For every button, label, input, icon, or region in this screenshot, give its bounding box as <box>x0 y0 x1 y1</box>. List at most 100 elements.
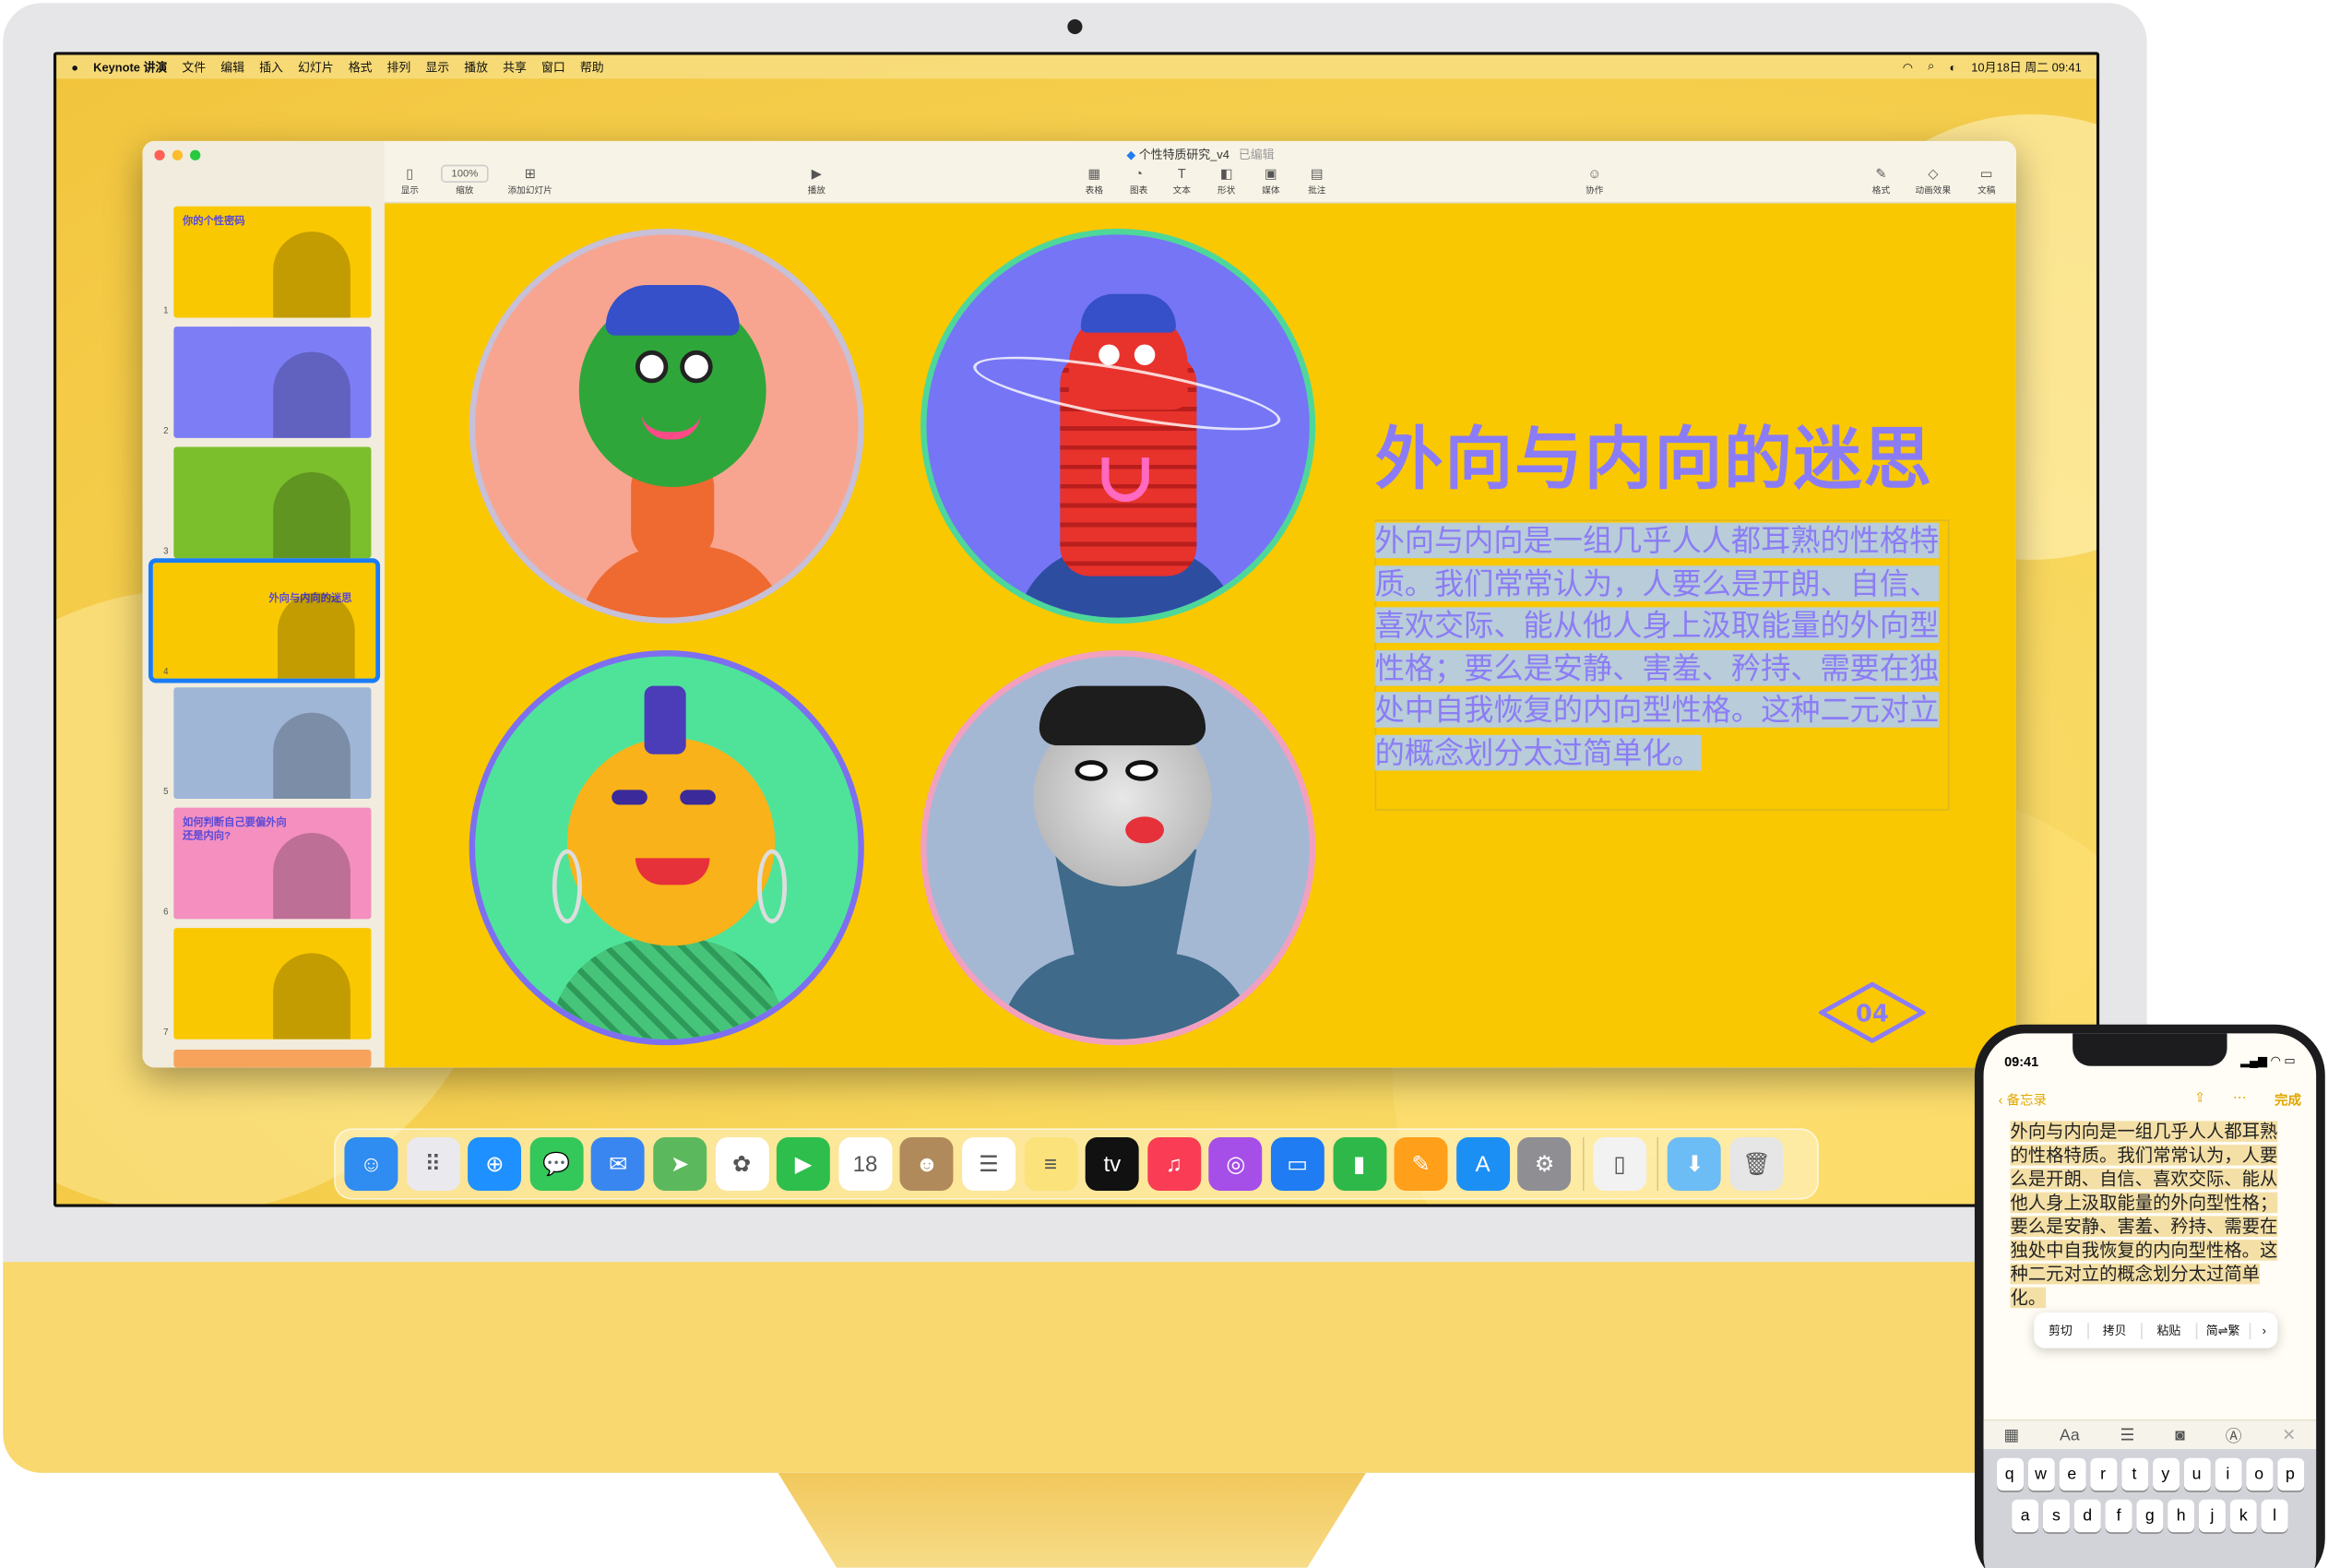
slide-thumbnail[interactable]: 你的个性密码 <box>173 206 372 318</box>
menu-help[interactable]: 帮助 <box>580 59 604 76</box>
appletv-icon[interactable]: tv <box>1085 1137 1139 1191</box>
keynote-icon[interactable]: ▭ <box>1270 1137 1324 1191</box>
facetime-icon[interactable]: ▶ <box>777 1137 831 1191</box>
add-slide-button[interactable]: ⊞ 添加幻灯片 <box>500 165 559 196</box>
portrait-orange-character[interactable] <box>469 650 864 1046</box>
markup-icon[interactable]: Ⓐ <box>2226 1423 2242 1447</box>
safari-icon[interactable]: ⊕ <box>468 1137 522 1191</box>
menu-datetime[interactable]: 10月18日 周二 09:41 <box>1971 59 2082 76</box>
slide-canvas[interactable]: 外向与内向的迷思 外向与内向是一组几乎人人都耳熟的性格特质。我们常常认为，人要么… <box>384 203 2016 1068</box>
menu-share[interactable]: 共享 <box>503 59 527 76</box>
music-icon[interactable]: ♫ <box>1146 1137 1201 1191</box>
document-button[interactable]: ▭ 文稿 <box>1957 165 2016 196</box>
control-center-icon[interactable]: ◐ <box>1949 60 1956 73</box>
zoom-button[interactable] <box>190 149 201 160</box>
key-l[interactable]: l <box>2261 1499 2288 1533</box>
menu-format[interactable]: 格式 <box>349 59 373 76</box>
key-f[interactable]: f <box>2105 1499 2132 1533</box>
menu-insert[interactable]: 插入 <box>259 59 283 76</box>
iphone-mirroring-icon[interactable]: ▯ <box>1593 1137 1646 1191</box>
portrait-grey-character[interactable] <box>921 650 1316 1046</box>
done-button[interactable]: 完成 <box>2275 1090 2301 1110</box>
maps-icon[interactable]: ➤ <box>653 1137 707 1191</box>
key-j[interactable]: j <box>2198 1499 2226 1533</box>
notes-icon[interactable]: ≡ <box>1023 1137 1077 1191</box>
key-k[interactable]: k <box>2229 1499 2257 1533</box>
key-e[interactable]: e <box>2058 1457 2085 1491</box>
trash-icon[interactable]: 🗑 <box>1729 1137 1784 1191</box>
key-s[interactable]: s <box>2042 1499 2070 1533</box>
menu-arrange[interactable]: 排列 <box>387 59 411 76</box>
paste-menu-item[interactable]: 粘贴 <box>2143 1322 2197 1339</box>
menu-edit[interactable]: 编辑 <box>220 59 244 76</box>
appstore-icon[interactable]: A <box>1455 1137 1510 1191</box>
photos-icon[interactable]: ✿ <box>715 1137 769 1191</box>
zoom-control[interactable]: 100% 缩放 <box>435 164 494 196</box>
table-icon[interactable]: ▦ <box>2003 1425 2019 1444</box>
slide-thumbnail[interactable]: 外向与内向的迷思 <box>148 558 381 683</box>
selected-note-text[interactable]: 外向与内向是一组几乎人人都耳熟的性格特质。我们常常认为，人要么是开朗、自信、喜欢… <box>2010 1121 2278 1309</box>
share-icon[interactable]: ⇪ <box>2194 1090 2205 1107</box>
mail-icon[interactable]: ✉ <box>591 1137 646 1191</box>
menu-window[interactable]: 窗口 <box>541 59 565 76</box>
key-o[interactable]: o <box>2245 1457 2273 1491</box>
reminders-icon[interactable]: ☰ <box>961 1137 1016 1191</box>
messages-icon[interactable]: 💬 <box>529 1137 584 1191</box>
checklist-icon[interactable]: ☰ <box>2120 1425 2135 1444</box>
menu-slide[interactable]: 幻灯片 <box>298 59 334 76</box>
menu-next-chevron[interactable]: › <box>2251 1324 2277 1336</box>
slide-body-text[interactable]: 外向与内向是一组几乎人人都耳熟的性格特质。我们常常认为，人要么是开朗、自信、喜欢… <box>1374 519 1948 773</box>
more-icon[interactable]: ⋯ <box>2233 1090 2246 1107</box>
slide-thumbnail[interactable] <box>173 446 372 559</box>
key-w[interactable]: w <box>2027 1457 2055 1491</box>
portrait-red-coil-character[interactable] <box>921 228 1316 624</box>
back-button[interactable]: 备忘录 <box>2007 1093 2047 1108</box>
slide-thumbnail[interactable] <box>173 327 372 438</box>
apple-menu-icon[interactable]: ● <box>71 60 78 73</box>
slide-title[interactable]: 外向与内向的迷思 <box>1375 405 1933 503</box>
key-g[interactable]: g <box>2136 1499 2164 1533</box>
pages-icon[interactable]: ✎ <box>1394 1137 1448 1191</box>
convert-chinese-menu-item[interactable]: 简⇌繁 <box>2197 1322 2251 1339</box>
system-settings-icon[interactable]: ⚙ <box>1517 1137 1572 1191</box>
play-button[interactable]: ▶ 播放 <box>787 165 846 196</box>
key-y[interactable]: y <box>2152 1457 2180 1491</box>
key-u[interactable]: u <box>2183 1457 2211 1491</box>
menu-view[interactable]: 显示 <box>425 59 449 76</box>
podcasts-icon[interactable]: ◎ <box>1208 1137 1263 1191</box>
key-t[interactable]: t <box>2120 1457 2148 1491</box>
key-a[interactable]: a <box>2012 1499 2039 1533</box>
animate-button[interactable]: ◇ 动画效果 <box>1904 165 1963 196</box>
text-format-icon[interactable]: Aa <box>2060 1426 2080 1443</box>
camera-icon[interactable]: ◙ <box>2175 1426 2185 1443</box>
back-chevron-icon[interactable]: ‹ <box>1999 1093 2003 1108</box>
minimize-button[interactable] <box>172 149 183 160</box>
portrait-green-character[interactable] <box>469 228 864 624</box>
finder-icon[interactable]: ☺ <box>344 1137 398 1191</box>
key-i[interactable]: i <box>2214 1457 2241 1491</box>
contacts-icon[interactable]: ☻ <box>900 1137 954 1191</box>
close-button[interactable] <box>154 149 165 160</box>
view-button[interactable]: ▯ 显示 <box>380 165 439 196</box>
selected-body-text[interactable]: 外向与内向是一组几乎人人都耳熟的性格特质。我们常常认为，人要么是开朗、自信、喜欢… <box>1374 522 1940 770</box>
key-q[interactable]: q <box>1996 1457 2024 1491</box>
key-h[interactable]: h <box>2168 1499 2195 1533</box>
numbers-icon[interactable]: ▮ <box>1332 1137 1386 1191</box>
note-body[interactable]: 外向与内向是一组几乎人人都耳熟的性格特质。我们常常认为，人要么是开朗、自信、喜欢… <box>2010 1120 2290 1310</box>
downloads-folder-icon[interactable]: ⬇ <box>1668 1137 1722 1191</box>
format-button[interactable]: ✎ 格式 <box>1851 165 1910 196</box>
copy-menu-item[interactable]: 拷贝 <box>2088 1322 2143 1339</box>
menu-app-name[interactable]: Keynote 讲演 <box>93 59 167 76</box>
slide-thumbnail[interactable] <box>173 687 372 800</box>
slide-thumbnail-partial[interactable] <box>173 1050 372 1068</box>
menu-play[interactable]: 播放 <box>464 59 488 76</box>
calendar-icon[interactable]: 18 <box>838 1137 893 1191</box>
collaborate-button[interactable]: ☺ 协作 <box>1565 165 1624 196</box>
spotlight-icon[interactable]: ⌕ <box>1928 59 1934 74</box>
key-p[interactable]: p <box>2276 1457 2304 1491</box>
key-d[interactable]: d <box>2073 1499 2101 1533</box>
wifi-icon[interactable]: ◠ <box>1903 60 1913 73</box>
close-keyboard-icon[interactable]: ✕ <box>2282 1425 2296 1444</box>
cut-menu-item[interactable]: 剪切 <box>2034 1322 2089 1339</box>
slide-thumbnail[interactable] <box>173 928 372 1039</box>
